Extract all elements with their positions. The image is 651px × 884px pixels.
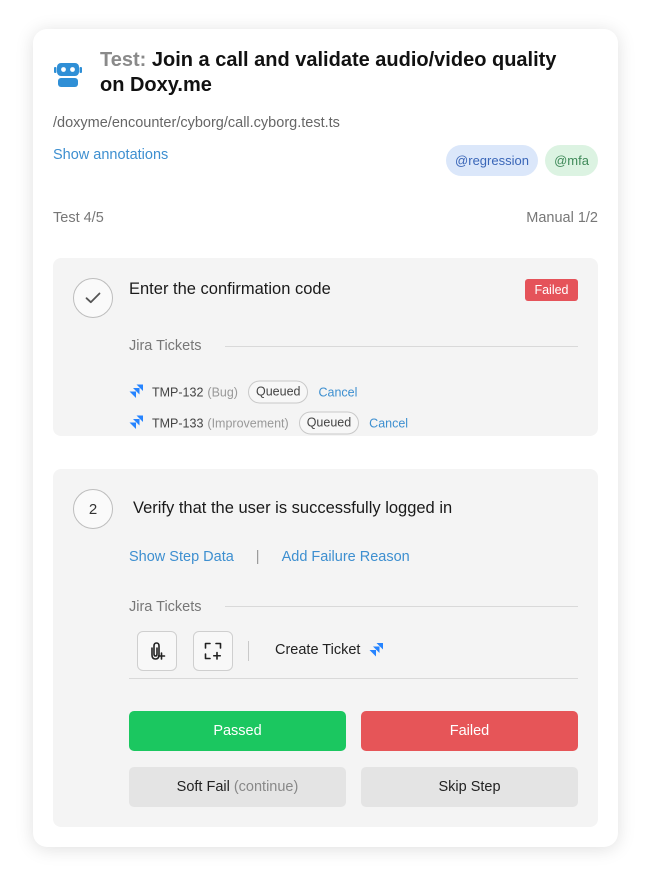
checkmark-icon (85, 292, 101, 304)
ticket-type: (Improvement) (207, 416, 289, 430)
queued-badge: Queued (247, 380, 309, 404)
jira-tickets-label: Jira Tickets (129, 338, 202, 354)
test-counter: Test 4/5 (53, 210, 104, 226)
ticket-type: (Bug) (207, 385, 238, 399)
robot-icon (54, 63, 82, 87)
passed-button[interactable]: Passed (129, 711, 346, 751)
test-file-path: /doxyme/encounter/cyborg/call.cyborg.tes… (53, 115, 340, 131)
jira-icon (369, 642, 384, 656)
step-number: 2 (73, 489, 113, 529)
link-separator: | (255, 549, 260, 565)
step-1-panel: Enter the confirmation code Failed Jira … (53, 258, 598, 436)
jira-tickets-label: Jira Tickets (129, 599, 202, 615)
show-annotations-link[interactable]: Show annotations (53, 147, 168, 163)
jira-icon (129, 384, 143, 398)
create-ticket-button[interactable]: Create Ticket (275, 642, 384, 658)
skip-step-button[interactable]: Skip Step (361, 767, 578, 807)
soft-fail-note: (continue) (233, 779, 299, 795)
section-divider (225, 346, 578, 347)
test-card: Test: Join a call and validate audio/vid… (33, 29, 618, 847)
jira-icon (129, 415, 143, 429)
ticket-id[interactable]: TMP-132 (152, 385, 203, 399)
ticket-row: TMP-133 (Improvement) Queued Cancel (129, 411, 408, 435)
title-text: Join a call and validate audio/video qua… (100, 49, 557, 96)
create-ticket-label: Create Ticket (275, 642, 361, 658)
tag-mfa[interactable]: @mfa (545, 145, 598, 176)
show-step-data-link[interactable]: Show Step Data (129, 549, 234, 565)
cancel-ticket-link[interactable]: Cancel (318, 385, 357, 399)
capture-region-icon (204, 642, 222, 660)
step-2-panel: 2 Verify that the user is successfully l… (53, 469, 598, 827)
section-divider (129, 678, 578, 679)
section-divider (225, 606, 578, 607)
step-2-text: Verify that the user is successfully log… (133, 499, 453, 517)
manual-counter: Manual 1/2 (526, 210, 598, 226)
screenshot-button[interactable] (193, 631, 233, 671)
soft-fail-label: Soft Fail (176, 779, 230, 795)
toolbar-separator (248, 641, 249, 661)
failed-button[interactable]: Failed (361, 711, 578, 751)
ticket-row: TMP-132 (Bug) Queued Cancel (129, 380, 357, 404)
queued-badge: Queued (298, 411, 360, 435)
cancel-ticket-link[interactable]: Cancel (369, 416, 408, 430)
attach-button[interactable] (137, 631, 177, 671)
title-prefix: Test: (100, 49, 147, 71)
step-1-check (73, 278, 113, 318)
paperclip-icon (151, 642, 166, 660)
tag-regression[interactable]: @regression (446, 145, 538, 176)
page-title: Test: Join a call and validate audio/vid… (100, 48, 560, 98)
soft-fail-button[interactable]: Soft Fail (continue) (129, 767, 346, 807)
step-links: Show Step Data | Add Failure Reason (129, 549, 410, 565)
ticket-id[interactable]: TMP-133 (152, 416, 203, 430)
add-failure-reason-link[interactable]: Add Failure Reason (282, 549, 410, 565)
status-badge: Failed (525, 279, 578, 301)
step-1-text: Enter the confirmation code (129, 280, 331, 298)
